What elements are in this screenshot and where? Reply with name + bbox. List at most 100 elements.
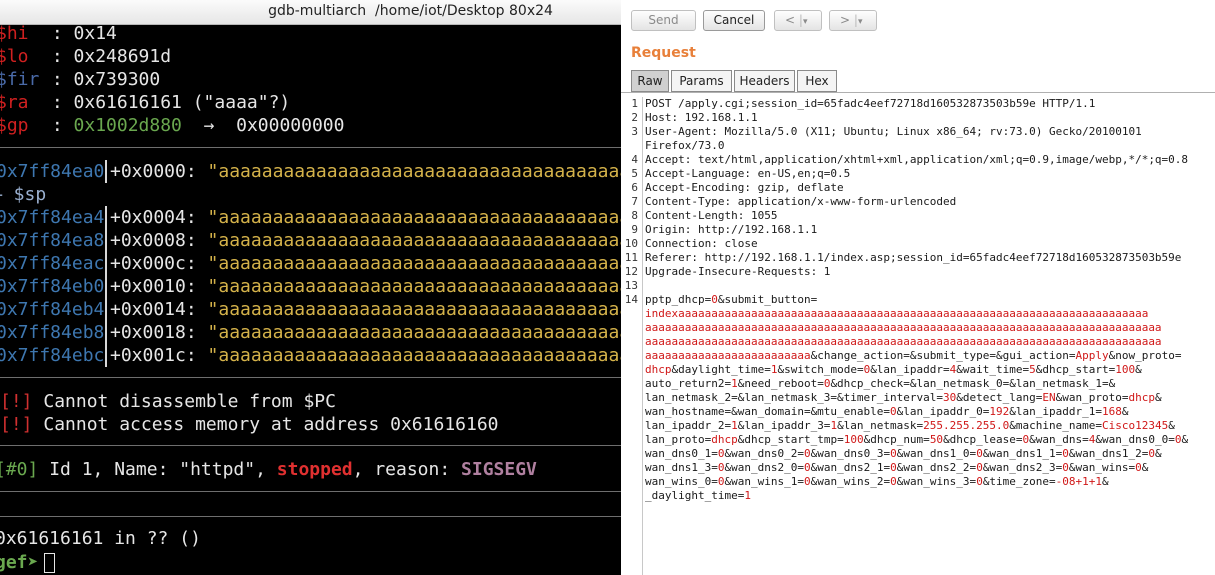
request-body-line: _daylight_time=1 xyxy=(645,489,751,503)
param-key: &wan_dns= xyxy=(1029,433,1089,446)
warning-text: Cannot disassemble from $PC xyxy=(32,391,336,412)
request-header-line: Firefox/73.0 xyxy=(645,139,725,152)
stack-value: "aaaaaaaaaaaaaaaaaaaaaaaaaaaaaaaaaaaaaaa… xyxy=(207,322,621,343)
param-key: &now_proto= xyxy=(1108,349,1182,362)
register-value: 0x61616161 ("aaaa"?) xyxy=(73,92,291,113)
line-number: 9 xyxy=(631,223,638,236)
param-key: &need_reboot= xyxy=(737,377,824,390)
request-header-line: Upgrade-Insecure-Requests: 1 xyxy=(645,265,831,278)
line-number: 7 xyxy=(631,195,638,208)
param-value: 0 xyxy=(803,447,811,460)
stack-address: 0x7ff84ebc xyxy=(0,345,105,366)
request-header-line: Accept-Encoding: gzip, deflate xyxy=(645,181,844,194)
stack-address: 0x7ff84ea8 xyxy=(0,230,105,251)
param-value: 50 xyxy=(929,433,944,446)
back-menu-icon: ▾ xyxy=(802,17,808,27)
line-number: 13 xyxy=(624,279,638,292)
stack-value: "aaaaaaaaaaaaaaaaaaaaaaaaaaaaaaaaaaaaaaa… xyxy=(207,276,621,297)
request-body-line: wan_dns0_1=0&wan_dns0_2=0&wan_dns0_3=0&w… xyxy=(645,447,1162,461)
param-key: &wan_wins_2= xyxy=(810,475,891,488)
stack-value: "aaaaaaaaaaaaaaaaaaaaaaaaaaaaaaaaaaaaaaa… xyxy=(207,207,621,228)
param-value: 30 xyxy=(943,391,957,404)
param-key: &time_zone= xyxy=(982,475,1056,488)
stack-address: 0x7ff84eb0 xyxy=(0,276,105,297)
thread-line: [#0] Id 1, Name: "httpd", stopped, reaso… xyxy=(0,458,537,481)
stack-value: "aaaaaaaaaaaaaaaaaaaaaaaaaaaaaaaaaaaaaaa… xyxy=(207,230,621,251)
param-value: 0 xyxy=(1062,461,1069,474)
param-key: &wan_dns2_3= xyxy=(982,461,1063,474)
terminal-cursor[interactable] xyxy=(44,553,56,573)
param-key: &wan_dns1_1= xyxy=(982,447,1063,460)
request-header-line: Host: 192.168.1.1 xyxy=(645,111,758,124)
register-value: 0x248691d xyxy=(73,46,172,67)
param-key: &dhcp_check=&lan_netmask_0=&lan_netmask_… xyxy=(830,377,1116,390)
param-key: &dhcp_start_tmp= xyxy=(737,433,844,446)
pointer-arrow: → xyxy=(203,115,215,136)
line-number-gutter: 1 2 3 4 5 6 7 8 9 10 11 12 13 14 xyxy=(621,97,643,575)
request-heading: Request xyxy=(631,45,696,61)
param-key: &wan_dns0_3= xyxy=(810,447,891,460)
stack-offset: +0x0018: xyxy=(110,322,197,343)
stack-address: 0x7ff84eac xyxy=(0,253,105,274)
register-value: 0x14 xyxy=(73,25,117,44)
register-name: $lo xyxy=(0,46,29,67)
tab-raw[interactable]: Raw xyxy=(631,70,669,92)
param-key: wan_wins_0= xyxy=(645,475,718,488)
register-row: $hi : 0x14 xyxy=(0,25,117,45)
param-value: 0 xyxy=(1062,447,1069,460)
request-body-line: aaaaaaaaaaaaaaaaaaaaaaaaa&change_action=… xyxy=(645,349,1181,363)
request-body-line: lan_proto=dhcp&dhcp_start_tmp=100&dhcp_n… xyxy=(645,433,1188,447)
stack-offset: +0x0008: xyxy=(110,230,197,251)
param-key: &submit_button= xyxy=(717,293,818,306)
param-value: 0 xyxy=(1135,461,1142,474)
stack-address: 0x7ff84eb8 xyxy=(0,322,105,343)
param-value: 1 xyxy=(731,419,738,432)
stack-offset: +0x000c: xyxy=(110,253,197,274)
param-key: &dhcp_start= xyxy=(1035,363,1116,376)
register-row: $ra : 0x61616161 ("aaaa"?) xyxy=(0,91,290,114)
param-value: 0 xyxy=(711,293,718,306)
terminal-title: gdb-multiarch /home/iot/Desktop 80x24 xyxy=(268,3,553,19)
param-value: 0 xyxy=(890,461,897,474)
tab-hex[interactable]: Hex xyxy=(797,70,837,92)
backtrace-line: 0x61616161 in ?? () xyxy=(0,528,201,549)
param-value: 0 xyxy=(976,447,983,460)
tab-params[interactable]: Params xyxy=(671,70,732,92)
request-header-line: Origin: http://192.168.1.1 xyxy=(645,223,818,236)
param-value: 0 xyxy=(976,461,983,474)
tab-divider xyxy=(621,92,1215,93)
param-key: lan_netmask_2=&lan_netmask_3=&timer_inte… xyxy=(645,391,944,404)
param-key: &dhcp_num= xyxy=(863,433,930,446)
param-value: EN xyxy=(1042,391,1056,404)
gdb-terminal-window[interactable]: gdb-multiarch /home/iot/Desktop 80x24 $h… xyxy=(0,0,621,575)
param-value: dhcp xyxy=(645,363,672,376)
stack-address: 0x7ff84ea0 xyxy=(0,161,105,182)
pointer-target: 0x00000000 xyxy=(236,115,345,136)
cancel-button[interactable]: Cancel xyxy=(703,10,765,31)
prompt-line[interactable]: gef➤ xyxy=(0,551,56,574)
back-button[interactable]: < |▾ xyxy=(774,10,822,31)
param-value: 0 xyxy=(890,475,897,488)
request-editor[interactable]: 1 2 3 4 5 6 7 8 9 10 11 12 13 14 POST /apply.cgi;sess… xyxy=(621,97,1215,575)
param-value: 100 xyxy=(1115,363,1136,376)
tab-headers[interactable]: Headers xyxy=(734,70,795,92)
thread-info: Id 1, Name: "httpd", xyxy=(38,459,277,480)
param-key: auto_return2= xyxy=(645,377,732,390)
section-separator xyxy=(0,147,621,148)
stack-value: "aaaaaaaaaaaaaaaaaaaaaaaaaaaaaaaaaaaaaaa… xyxy=(207,345,621,366)
send-button[interactable]: Send xyxy=(631,10,696,31)
forward-button[interactable]: > |▾ xyxy=(829,10,877,31)
terminal-body[interactable]: $hi : 0x14 $lo : 0x248691d $fir : 0x7393… xyxy=(0,25,621,575)
param-key: &wan_wins_3= xyxy=(896,475,977,488)
param-key: wan_dns0_1= xyxy=(645,447,718,460)
register-row: $gp : 0x1002d880 → 0x00000000 xyxy=(0,114,344,137)
request-body-line: lan_netmask_2=&lan_netmask_3=&timer_inte… xyxy=(645,391,1162,405)
param-value: Cisco12345 xyxy=(1101,419,1169,432)
request-body-line: pptp_dhcp=0&submit_button= xyxy=(645,293,817,307)
thread-state: stopped xyxy=(276,459,353,480)
thread-tag: [#0] xyxy=(0,459,39,480)
request-header-line: Accept-Language: en-US,en;q=0.5 xyxy=(645,167,851,180)
param-key: &machine_name= xyxy=(1009,419,1102,432)
param-key: &wan_dns2_2= xyxy=(896,461,977,474)
terminal-titlebar[interactable]: gdb-multiarch /home/iot/Desktop 80x24 xyxy=(0,0,621,25)
